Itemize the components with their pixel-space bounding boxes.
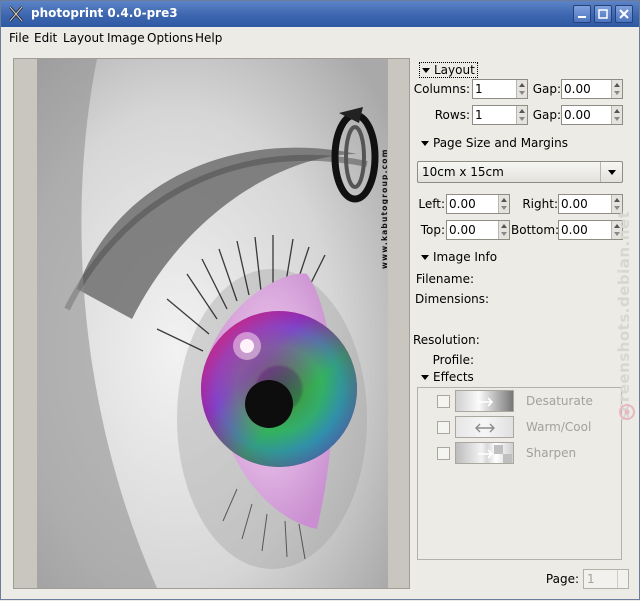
warm-cool-icon [455, 416, 514, 438]
columns-spinbox[interactable]: 1 [472, 79, 528, 99]
chevron-down-icon [608, 170, 616, 175]
menu-options[interactable]: Options [147, 31, 193, 45]
main-window: photoprint 0.4.0-pre3 File Edit Layout I… [0, 0, 640, 600]
sharpen-label: Sharpen [526, 446, 577, 460]
page-size-value: 10cm x 15cm [422, 165, 504, 179]
window-title: photoprint 0.4.0-pre3 [31, 6, 178, 20]
maximize-button[interactable] [594, 5, 612, 23]
rows-spinbox[interactable]: 1 [472, 105, 528, 125]
bottom-margin-value: 0.00 [561, 223, 588, 237]
menu-options-label: Options [147, 31, 194, 45]
image-info-expander[interactable]: Image Info [421, 250, 497, 264]
image-info-header: Image Info [433, 250, 498, 264]
bottom-margin-label: Bottom: [511, 223, 560, 237]
effects-list: Desaturate Warm/Cool Sharpen [417, 387, 622, 560]
left-margin-spin-buttons[interactable] [498, 195, 509, 213]
page-label: Page: [545, 572, 579, 586]
columns-spin-buttons[interactable] [516, 80, 527, 98]
page-preview[interactable]: www.kabutogroup.com [13, 58, 410, 589]
profile-label: Profile: [432, 353, 474, 367]
close-button[interactable] [615, 5, 633, 23]
layout-expander[interactable]: Layout [419, 62, 478, 78]
gap-rows-spin-buttons[interactable] [611, 106, 622, 124]
expander-arrow-icon [421, 375, 429, 380]
settings-panel: Layout Columns: 1 Gap: 0.00 Rows: 1 Gap:… [413, 57, 639, 601]
maximize-icon [598, 9, 608, 19]
app-x-icon[interactable] [7, 5, 25, 23]
sharpen-checkbox[interactable] [437, 447, 450, 460]
watermark-text: screenshots.debian.net [615, 210, 633, 421]
layout-header: Layout [434, 63, 475, 77]
gap-columns-value: 0.00 [564, 82, 591, 96]
left-margin-spinbox[interactable]: 0.00 [446, 194, 510, 214]
desaturate-icon [455, 390, 514, 412]
columns-value: 1 [475, 82, 483, 96]
menu-help[interactable]: Help [195, 31, 222, 45]
photo-eye-image[interactable]: www.kabutogroup.com [37, 59, 388, 588]
desaturate-label: Desaturate [526, 394, 593, 408]
logo-url-text: www.kabutogroup.com [380, 148, 388, 269]
gap-columns-spinbox[interactable]: 0.00 [561, 79, 623, 99]
expander-arrow-icon [421, 255, 429, 260]
resolution-label: Resolution: [413, 333, 480, 347]
menu-edit[interactable]: Edit [34, 31, 57, 45]
close-icon [619, 9, 629, 19]
gap-rows-value: 0.00 [564, 108, 591, 122]
eye-photo-graphic: www.kabutogroup.com [37, 59, 388, 588]
effect-desaturate[interactable]: Desaturate [418, 390, 623, 412]
dimensions-label: Dimensions: [415, 292, 490, 306]
expander-arrow-icon [422, 68, 430, 73]
page-spinbox[interactable]: 1 [583, 569, 629, 589]
effects-expander[interactable]: Effects [421, 370, 474, 384]
bottom-margin-spinbox[interactable]: 0.00 [558, 220, 623, 240]
effect-warm-cool[interactable]: Warm/Cool [418, 416, 623, 438]
menu-layout-label: Layout [63, 31, 104, 45]
desaturate-checkbox[interactable] [437, 395, 450, 408]
rows-value: 1 [475, 108, 483, 122]
menu-file-label: File [9, 31, 30, 45]
menu-layout[interactable]: Layout [63, 31, 104, 45]
sharpen-icon [455, 442, 514, 464]
columns-label: Columns: [413, 82, 470, 96]
right-margin-label: Right: [522, 197, 558, 211]
gap-rows-label: Gap: [532, 108, 561, 122]
page-size-header: Page Size and Margins [433, 136, 568, 150]
effects-header: Effects [433, 370, 474, 384]
page-size-combo[interactable]: 10cm x 15cm [417, 161, 623, 183]
menu-edit-label: Edit [34, 31, 58, 45]
gap-columns-spin-buttons[interactable] [611, 80, 622, 98]
page-size-expander[interactable]: Page Size and Margins [421, 136, 568, 150]
menu-image-label: Image [107, 31, 145, 45]
warm-cool-label: Warm/Cool [526, 420, 592, 434]
page-spin-buttons[interactable] [617, 570, 628, 588]
right-margin-value: 0.00 [561, 197, 588, 211]
minimize-button[interactable] [573, 5, 591, 23]
menu-image[interactable]: Image [107, 31, 145, 45]
left-margin-label: Left: [418, 197, 445, 211]
gap-columns-label: Gap: [532, 82, 561, 96]
top-margin-value: 0.00 [449, 223, 476, 237]
rows-spin-buttons[interactable] [516, 106, 527, 124]
filename-label: Filename: [415, 272, 474, 286]
minimize-icon [578, 16, 586, 18]
top-margin-spin-buttons[interactable] [498, 221, 509, 239]
effect-sharpen[interactable]: Sharpen [418, 442, 623, 464]
page-size-dropdown-button[interactable] [600, 162, 622, 182]
watermark-logo-icon [619, 404, 635, 420]
menu-file[interactable]: File [9, 31, 29, 45]
right-margin-spinbox[interactable]: 0.00 [558, 194, 623, 214]
menu-help-label: Help [195, 31, 223, 45]
page-value: 1 [587, 572, 595, 586]
gap-rows-spinbox[interactable]: 0.00 [561, 105, 623, 125]
title-bar[interactable]: photoprint 0.4.0-pre3 [1, 1, 639, 27]
top-margin-spinbox[interactable]: 0.00 [446, 220, 510, 240]
left-margin-value: 0.00 [449, 197, 476, 211]
top-margin-label: Top: [420, 223, 445, 237]
expander-arrow-icon [421, 141, 429, 146]
menu-bar: File Edit Layout Image Options Help [1, 27, 639, 49]
warm-cool-checkbox[interactable] [437, 421, 450, 434]
rows-label: Rows: [434, 108, 470, 122]
